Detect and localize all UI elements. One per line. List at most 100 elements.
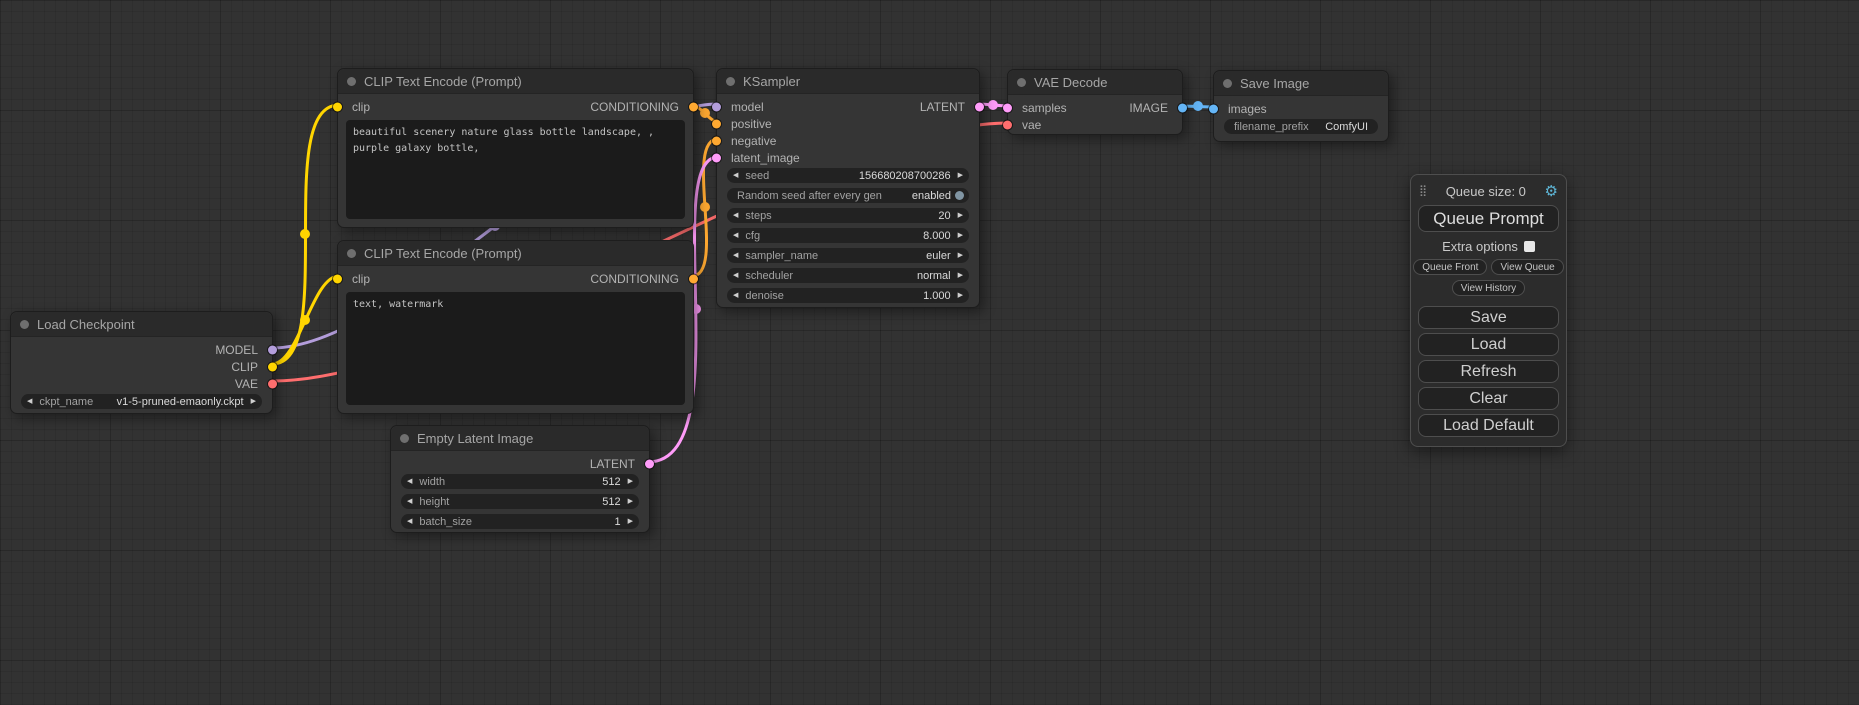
node-save-image-titlebar[interactable]: Save Image bbox=[1214, 71, 1388, 96]
clear-button[interactable]: Clear bbox=[1418, 387, 1559, 410]
increment-icon[interactable]: ▶ bbox=[251, 398, 256, 405]
node-ksampler-titlebar[interactable]: KSampler bbox=[717, 69, 979, 94]
output-port-clip[interactable] bbox=[268, 362, 277, 371]
widget-ckpt-name[interactable]: ◀ ckpt_name v1-5-pruned-emaonly.ckpt ▶ bbox=[21, 394, 262, 409]
collapse-toggle-icon[interactable] bbox=[726, 77, 735, 86]
collapse-toggle-icon[interactable] bbox=[1223, 79, 1232, 88]
positive-prompt-textarea[interactable]: beautiful scenery nature glass bottle la… bbox=[346, 120, 685, 219]
widget-batch-size[interactable]: ◀ batch_size 1 ▶ bbox=[401, 514, 639, 529]
node-vae-decode[interactable]: VAE Decode samples IMAGE vae bbox=[1007, 69, 1183, 135]
decrement-icon[interactable]: ◀ bbox=[407, 478, 412, 485]
widget-seed[interactable]: ◀ seed 156680208700286 ▶ bbox=[727, 168, 969, 183]
input-port-latent-image[interactable] bbox=[712, 153, 721, 162]
output-port-vae[interactable] bbox=[268, 379, 277, 388]
increment-icon[interactable]: ▶ bbox=[628, 478, 633, 485]
increment-icon[interactable]: ▶ bbox=[628, 518, 633, 525]
widget-value: normal bbox=[917, 270, 951, 282]
widget-height[interactable]: ◀ height 512 ▶ bbox=[401, 494, 639, 509]
input-port-positive[interactable] bbox=[712, 119, 721, 128]
node-clip-positive-titlebar[interactable]: CLIP Text Encode (Prompt) bbox=[338, 69, 693, 94]
slot-row: CLIP bbox=[11, 358, 272, 375]
input-port-model[interactable] bbox=[712, 102, 721, 111]
node-empty-latent-image[interactable]: Empty Latent Image LATENT ◀ width 512 ▶ … bbox=[390, 425, 650, 533]
widget-value: v1-5-pruned-emaonly.ckpt bbox=[117, 396, 244, 408]
load-default-button[interactable]: Load Default bbox=[1418, 414, 1559, 437]
increment-icon[interactable]: ▶ bbox=[628, 498, 633, 505]
input-port-negative[interactable] bbox=[712, 136, 721, 145]
load-button[interactable]: Load bbox=[1418, 333, 1559, 356]
settings-gear-icon[interactable]: ⚙ bbox=[1545, 184, 1558, 199]
output-port-conditioning[interactable] bbox=[689, 102, 698, 111]
input-port-vae[interactable] bbox=[1003, 120, 1012, 129]
node-empty-latent-titlebar[interactable]: Empty Latent Image bbox=[391, 426, 649, 451]
widget-filename-prefix[interactable]: filename_prefix ComfyUI bbox=[1224, 119, 1378, 134]
output-port-model[interactable] bbox=[268, 345, 277, 354]
widget-cfg[interactable]: ◀ cfg 8.000 ▶ bbox=[727, 228, 969, 243]
node-ksampler[interactable]: KSampler model LATENT positive negative … bbox=[716, 68, 980, 308]
negative-prompt-textarea[interactable]: text, watermark bbox=[346, 292, 685, 405]
queue-front-button[interactable]: Queue Front bbox=[1413, 259, 1487, 275]
decrement-icon[interactable]: ◀ bbox=[733, 272, 738, 279]
input-port-images[interactable] bbox=[1209, 104, 1218, 113]
output-port-latent[interactable] bbox=[645, 459, 654, 468]
input-port-clip[interactable] bbox=[333, 274, 342, 283]
collapse-toggle-icon[interactable] bbox=[20, 320, 29, 329]
input-port-clip[interactable] bbox=[333, 102, 342, 111]
decrement-icon[interactable]: ◀ bbox=[733, 172, 738, 179]
decrement-icon[interactable]: ◀ bbox=[733, 292, 738, 299]
widget-sampler-name[interactable]: ◀ sampler_name euler ▶ bbox=[727, 248, 969, 263]
decrement-icon[interactable]: ◀ bbox=[407, 498, 412, 505]
increment-icon[interactable]: ▶ bbox=[958, 292, 963, 299]
queue-prompt-button[interactable]: Queue Prompt bbox=[1418, 205, 1559, 232]
widget-width[interactable]: ◀ width 512 ▶ bbox=[401, 474, 639, 489]
increment-icon[interactable]: ▶ bbox=[958, 272, 963, 279]
increment-icon[interactable]: ▶ bbox=[958, 252, 963, 259]
node-clip-negative-titlebar[interactable]: CLIP Text Encode (Prompt) bbox=[338, 241, 693, 266]
save-button[interactable]: Save bbox=[1418, 306, 1559, 329]
input-label-clip: clip bbox=[352, 272, 370, 286]
view-queue-button[interactable]: View Queue bbox=[1491, 259, 1563, 275]
widget-scheduler[interactable]: ◀ scheduler normal ▶ bbox=[727, 268, 969, 283]
node-clip-text-encode-positive[interactable]: CLIP Text Encode (Prompt) clip CONDITION… bbox=[337, 68, 694, 228]
decrement-icon[interactable]: ◀ bbox=[407, 518, 412, 525]
decrement-icon[interactable]: ◀ bbox=[733, 232, 738, 239]
widget-seed-mode[interactable]: Random seed after every gen enabled bbox=[727, 188, 969, 203]
extra-options-label: Extra options bbox=[1442, 239, 1518, 254]
increment-icon[interactable]: ▶ bbox=[958, 212, 963, 219]
decrement-icon[interactable]: ◀ bbox=[27, 398, 32, 405]
increment-icon[interactable]: ▶ bbox=[958, 232, 963, 239]
widget-label: denoise bbox=[745, 290, 784, 302]
output-port-image[interactable] bbox=[1178, 103, 1187, 112]
widget-steps[interactable]: ◀ steps 20 ▶ bbox=[727, 208, 969, 223]
output-port-conditioning[interactable] bbox=[689, 274, 698, 283]
decrement-icon[interactable]: ◀ bbox=[733, 252, 738, 259]
widget-label: sampler_name bbox=[745, 250, 818, 262]
node-save-image[interactable]: Save Image images filename_prefix ComfyU… bbox=[1213, 70, 1389, 142]
node-clip-text-encode-negative[interactable]: CLIP Text Encode (Prompt) clip CONDITION… bbox=[337, 240, 694, 414]
node-graph-canvas[interactable]: Load Checkpoint MODEL CLIP VAE ◀ ckpt_na… bbox=[0, 0, 1859, 705]
collapse-toggle-icon[interactable] bbox=[1017, 78, 1026, 87]
seed-mode-toggle-icon[interactable] bbox=[955, 191, 964, 200]
drag-handle-icon[interactable]: ⣿ bbox=[1419, 186, 1427, 197]
widget-label: width bbox=[419, 476, 445, 488]
node-vae-decode-titlebar[interactable]: VAE Decode bbox=[1008, 70, 1182, 95]
node-load-checkpoint[interactable]: Load Checkpoint MODEL CLIP VAE ◀ ckpt_na… bbox=[10, 311, 273, 414]
refresh-button[interactable]: Refresh bbox=[1418, 360, 1559, 383]
node-title: KSampler bbox=[743, 74, 800, 89]
extra-options-checkbox[interactable] bbox=[1524, 241, 1535, 252]
widget-value: 1.000 bbox=[923, 290, 951, 302]
input-port-samples[interactable] bbox=[1003, 103, 1012, 112]
node-load-checkpoint-titlebar[interactable]: Load Checkpoint bbox=[11, 312, 272, 337]
widget-denoise[interactable]: ◀ denoise 1.000 ▶ bbox=[727, 288, 969, 303]
collapse-toggle-icon[interactable] bbox=[400, 434, 409, 443]
node-title: Save Image bbox=[1240, 76, 1309, 91]
output-port-latent[interactable] bbox=[975, 102, 984, 111]
collapse-toggle-icon[interactable] bbox=[347, 77, 356, 86]
view-history-button[interactable]: View History bbox=[1452, 280, 1525, 296]
collapse-toggle-icon[interactable] bbox=[347, 249, 356, 258]
slot-row: clip CONDITIONING bbox=[338, 270, 693, 287]
increment-icon[interactable]: ▶ bbox=[958, 172, 963, 179]
queue-panel: ⣿ Queue size: 0 ⚙ Queue Prompt Extra opt… bbox=[1410, 174, 1567, 447]
input-label-vae: vae bbox=[1022, 118, 1041, 132]
decrement-icon[interactable]: ◀ bbox=[733, 212, 738, 219]
